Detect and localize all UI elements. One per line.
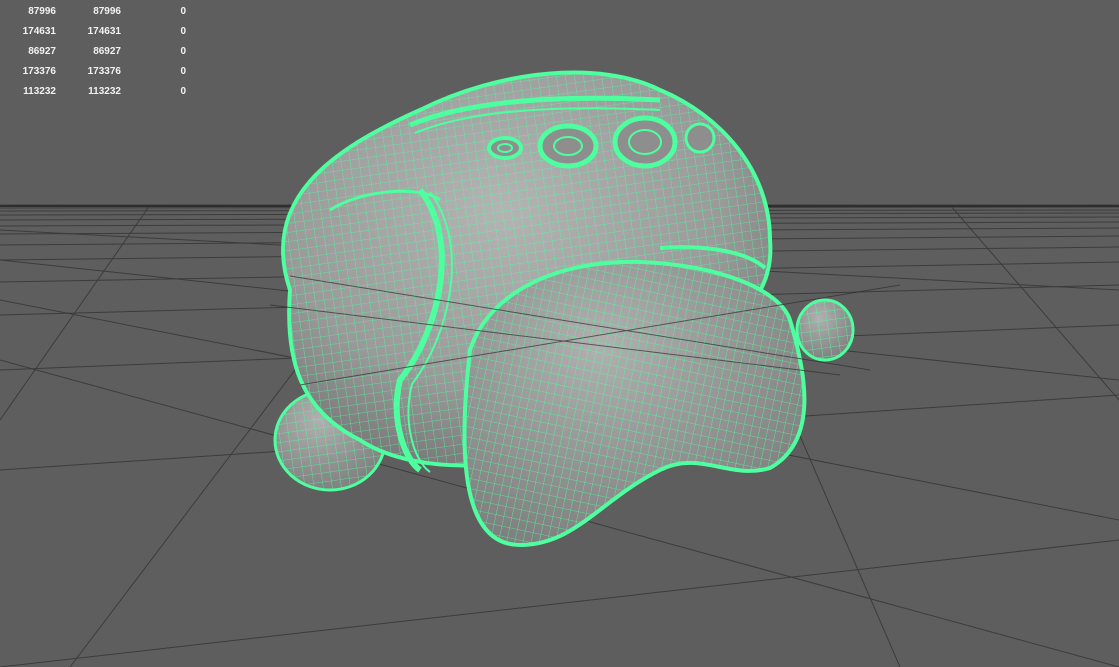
3d-viewport[interactable]: 87996 87996 0 174631 174631 0 86927 8692… [0,0,1119,667]
hud-value: 173376 [22,66,56,77]
hud-row: 173376 173376 0 [0,62,200,82]
hud-value: 113232 [88,86,121,97]
hud-row: 87996 87996 0 [0,2,200,22]
hud-row: 113232 113232 0 [0,82,200,102]
hud-value: 0 [180,46,186,57]
hud-value: 174631 [87,26,121,37]
wireframe-model[interactable] [273,70,855,548]
hud-value: 0 [180,86,186,97]
hud-value: 86927 [28,46,56,57]
heads-up-display: 87996 87996 0 174631 174631 0 86927 8692… [0,2,200,102]
hud-value: 87996 [28,6,56,17]
hud-value: 174631 [22,26,56,37]
hud-value: 0 [180,26,186,37]
hud-value: 86927 [93,46,121,57]
hud-value: 0 [180,6,186,17]
hud-value: 0 [180,66,186,77]
hud-row: 174631 174631 0 [0,22,200,42]
hud-value: 173376 [87,66,121,77]
hud-row: 86927 86927 0 [0,42,200,62]
hud-value: 113232 [23,86,56,97]
hud-value: 87996 [93,6,121,17]
